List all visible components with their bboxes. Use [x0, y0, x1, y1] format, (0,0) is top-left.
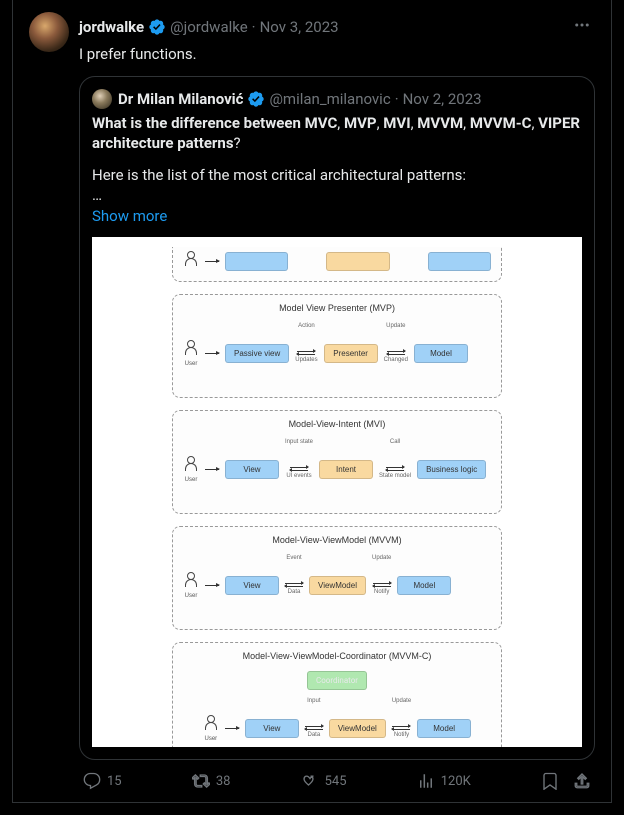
handle[interactable]: @jordwalke [170, 18, 248, 36]
display-name[interactable]: jordwalke [79, 18, 144, 36]
user-icon [183, 456, 199, 476]
views-button[interactable]: 120K [417, 772, 471, 790]
quoted-handle: @milan_milanovic [269, 90, 390, 108]
quoted-tweet[interactable]: Dr Milan Milanović @milan_milanovic · No… [79, 76, 595, 760]
pattern-mvvm-c: Model-View-ViewModel-Coordinator (MVVM-C… [172, 642, 502, 747]
diagram-image[interactable]: Model View Presenter (MVP) User Passive … [92, 237, 582, 747]
retweet-icon [192, 772, 210, 790]
pattern-mvi: Model-View-Intent (MVI) User View Input … [172, 410, 502, 514]
like-button[interactable]: 545 [301, 772, 347, 790]
avatar[interactable] [29, 12, 69, 52]
quoted-display-name: Dr Milan Milanović [118, 90, 243, 108]
retweet-count: 38 [216, 774, 231, 789]
quoted-headline: What is the difference between MVC, MVP,… [92, 113, 582, 153]
heart-icon [301, 772, 319, 790]
quoted-timestamp: Nov 2, 2023 [403, 90, 482, 108]
bookmark-icon [541, 772, 559, 790]
more-icon[interactable] [569, 12, 595, 42]
retweet-button[interactable]: 38 [192, 772, 231, 790]
user-icon [183, 572, 199, 592]
pattern-mvp: Model View Presenter (MVP) User Passive … [172, 294, 502, 398]
separator-dot: · [252, 18, 256, 36]
share-icon [573, 772, 591, 790]
action-bar: 15 38 545 1 [79, 772, 595, 790]
view-count: 120K [441, 774, 471, 789]
reply-icon [83, 772, 101, 790]
share-button[interactable] [573, 772, 591, 790]
timestamp[interactable]: Nov 3, 2023 [260, 18, 339, 36]
tweet[interactable]: jordwalke @jordwalke · Nov 3, 2023 I pre… [12, 0, 612, 803]
quoted-avatar [92, 89, 112, 109]
user-icon [183, 340, 199, 360]
pattern-mvvm: Model-View-ViewModel (MVVM) User View Ev… [172, 526, 502, 630]
verified-badge-icon [148, 18, 166, 36]
tweet-text: I prefer functions. [79, 44, 595, 64]
reply-count: 15 [107, 774, 122, 789]
like-count: 545 [325, 774, 347, 789]
quoted-body: Here is the list of the most critical ar… [92, 165, 582, 205]
user-icon [203, 715, 219, 735]
bookmark-button[interactable] [541, 772, 559, 790]
reply-button[interactable]: 15 [83, 772, 122, 790]
analytics-icon [417, 772, 435, 790]
separator-dot: · [395, 90, 399, 108]
verified-badge-icon [247, 90, 265, 108]
show-more-link[interactable]: Show more [92, 207, 582, 225]
